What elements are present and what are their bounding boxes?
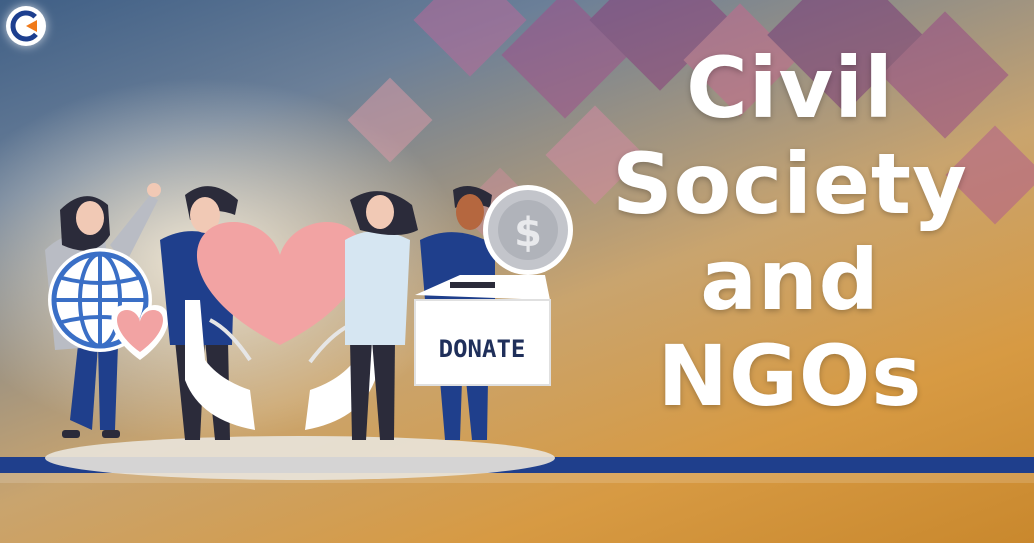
title-line-4: NGOs	[657, 327, 923, 425]
dollar-coin-icon: $	[483, 185, 573, 275]
donate-box-label: DONATE	[439, 335, 526, 363]
platform-shadow	[45, 436, 555, 480]
title-line-3: and	[700, 231, 880, 329]
donation-box-icon: DONATE	[414, 275, 551, 386]
person-light-blue-shirt	[345, 191, 418, 440]
banner: $ DONATE Civil Society and NGOs	[0, 0, 1034, 543]
coin-symbol: $	[514, 210, 542, 256]
page-title: Civil Society and NGOs	[580, 40, 1000, 424]
title-line-1: Civil	[686, 39, 894, 137]
title-line-2: Society	[612, 135, 968, 233]
